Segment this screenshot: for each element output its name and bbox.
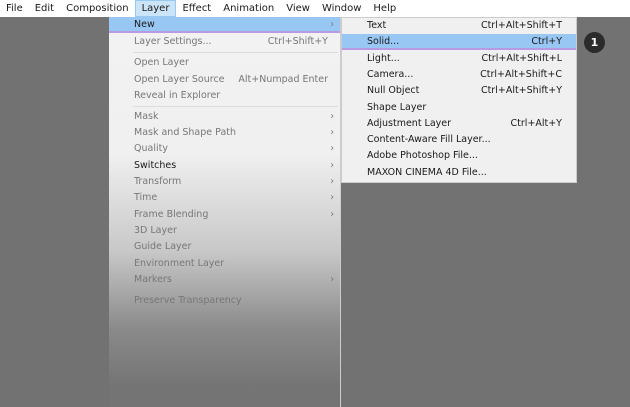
menu-item-label: New [134, 19, 155, 30]
submenu-item-solid[interactable]: Solid... Ctrl+Y [342, 34, 576, 51]
menu-item-open-layer-source[interactable]: Open Layer Source Alt+Numpad Enter [109, 72, 340, 88]
menu-edit[interactable]: Edit [29, 0, 60, 17]
submenu-item-maxon-cinema-4d-file[interactable]: MAXON CINEMA 4D File... [342, 165, 576, 181]
menu-item-transform[interactable]: Transform › [109, 174, 340, 190]
menu-item-reveal-in-explorer[interactable]: Reveal in Explorer [109, 88, 340, 104]
menu-separator [133, 52, 338, 53]
chevron-right-icon: › [330, 111, 334, 122]
shortcut: Ctrl+Alt+Shift+C [480, 68, 562, 80]
menu-item-new[interactable]: New › [109, 17, 340, 33]
shortcut: Alt+Numpad Enter [238, 74, 328, 85]
menu-item-label: Open Layer Source [134, 74, 225, 85]
menu-effect[interactable]: Effect [176, 0, 217, 17]
chevron-right-icon: › [330, 127, 334, 138]
menu-item-label: Adobe Photoshop File... [367, 150, 478, 162]
menu-item-label: Switches [134, 160, 177, 171]
chevron-right-icon: › [330, 143, 334, 154]
menu-item-markers[interactable]: Markers › [109, 272, 340, 288]
submenu-item-shape-layer[interactable]: Shape Layer [342, 100, 576, 116]
menu-item-label: Layer Settings... [134, 36, 212, 47]
chevron-right-icon: › [330, 192, 334, 203]
step-badge: 1 [584, 32, 605, 53]
menu-layer[interactable]: Layer [134, 0, 177, 17]
chevron-right-icon: › [330, 19, 334, 30]
menu-item-label: Environment Layer [134, 258, 225, 269]
menu-item-label: Mask [134, 111, 159, 122]
menu-item-label: 3D Layer [134, 225, 177, 236]
menu-item-switches[interactable]: Switches › [109, 158, 340, 174]
menu-item-label: Shape Layer [367, 101, 427, 113]
menu-item-label: Light... [367, 52, 400, 64]
shortcut: Ctrl+Y [531, 36, 562, 48]
submenu-item-content-aware-fill-layer[interactable]: Content-Aware Fill Layer... [342, 132, 576, 148]
shortcut: Ctrl+Alt+Y [510, 117, 563, 129]
menu-item-label: MAXON CINEMA 4D File... [367, 166, 487, 178]
submenu-item-adobe-photoshop-file[interactable]: Adobe Photoshop File... [342, 148, 576, 164]
menu-item-label: Camera... [367, 68, 414, 80]
menu-item-label: Mask and Shape Path [134, 127, 237, 138]
menu-item-guide-layer[interactable]: Guide Layer [109, 239, 340, 255]
menu-item-label: Content-Aware Fill Layer... [367, 134, 491, 146]
menu-separator [133, 106, 338, 107]
menu-item-frame-blending[interactable]: Frame Blending › [109, 207, 340, 223]
menu-item-mask[interactable]: Mask › [109, 109, 340, 125]
menu-item-label: Markers [134, 274, 172, 285]
submenu-item-null-object[interactable]: Null Object Ctrl+Alt+Shift+Y [342, 83, 576, 99]
menu-item-mask-and-shape-path[interactable]: Mask and Shape Path › [109, 125, 340, 141]
menu-item-label: Frame Blending [134, 209, 209, 220]
menu-item-preserve-transparency[interactable]: Preserve Transparency [109, 293, 340, 309]
new-submenu: Text Ctrl+Alt+Shift+T Solid... Ctrl+Y Light.… [341, 17, 577, 183]
menu-item-open-layer[interactable]: Open Layer [109, 55, 340, 71]
menu-item-label: Time [134, 192, 158, 203]
menu-window[interactable]: Window [316, 0, 367, 17]
menu-help[interactable]: Help [367, 0, 402, 17]
menu-item-time[interactable]: Time › [109, 190, 340, 206]
menu-item-label: Preserve Transparency [134, 295, 242, 306]
shortcut: Ctrl+Alt+Shift+T [480, 20, 562, 31]
menu-bar: File Edit Composition Layer Effect Animation V… [0, 0, 630, 17]
menu-view[interactable]: View [280, 0, 316, 17]
menu-item-3d-layer[interactable]: 3D Layer [109, 223, 340, 239]
shortcut: Ctrl+Shift+Y [267, 36, 328, 47]
chevron-right-icon: › [330, 274, 334, 285]
layer-menu: New › Layer Settings... Ctrl+Shift+Y Open La… [109, 17, 341, 407]
chevron-right-icon: › [330, 209, 334, 220]
submenu-item-adjustment-layer[interactable]: Adjustment Layer Ctrl+Alt+Y [342, 116, 576, 132]
menu-file[interactable]: File [0, 0, 29, 17]
menu-item-label: Transform [134, 176, 182, 187]
menu-item-label: Adjustment Layer [367, 117, 452, 129]
chevron-right-icon: › [330, 160, 334, 171]
menu-item-environment-layer[interactable]: Environment Layer [109, 256, 340, 272]
submenu-item-light[interactable]: Light... Ctrl+Alt+Shift+L [342, 51, 576, 67]
menu-item-label: Reveal in Explorer [134, 90, 221, 101]
menu-item-label: Guide Layer [134, 241, 192, 252]
menu-item-label: Null Object [367, 85, 420, 97]
menu-item-label: Quality [134, 143, 168, 154]
menu-item-label: Open Layer [134, 57, 189, 68]
chevron-right-icon: › [330, 176, 334, 187]
submenu-item-text[interactable]: Text Ctrl+Alt+Shift+T [342, 18, 576, 34]
submenu-item-camera[interactable]: Camera... Ctrl+Alt+Shift+C [342, 67, 576, 83]
menu-item-label: Solid... [367, 36, 400, 48]
menu-item-label: Text [367, 20, 387, 31]
menu-animation[interactable]: Animation [217, 0, 280, 17]
menu-composition[interactable]: Composition [60, 0, 134, 17]
shortcut: Ctrl+Alt+Shift+L [481, 52, 562, 64]
menu-item-quality[interactable]: Quality › [109, 141, 340, 157]
shortcut: Ctrl+Alt+Shift+Y [480, 85, 562, 97]
menu-item-layer-settings[interactable]: Layer Settings... Ctrl+Shift+Y [109, 34, 340, 50]
